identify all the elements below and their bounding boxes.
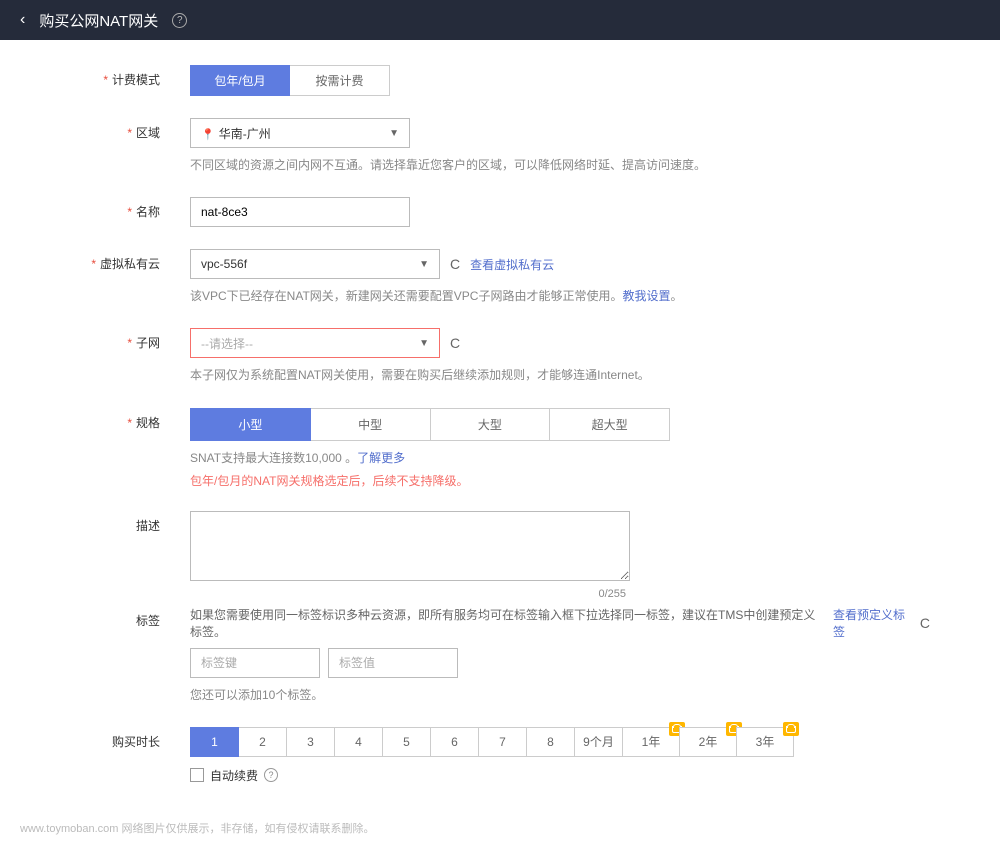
vpc-teach-link[interactable]: 教我设置 (622, 289, 670, 303)
chevron-down-icon: ▼ (419, 338, 429, 349)
duration-option[interactable]: 6 (430, 727, 479, 757)
subnet-hint: 本子网仅为系统配置NAT网关使用，需要在购买后继续添加规则，才能够连通Inter… (190, 366, 930, 385)
spec-xlarge[interactable]: 超大型 (550, 408, 670, 441)
name-input-wrap (190, 197, 410, 227)
refresh-icon[interactable]: C (450, 256, 460, 272)
duration-option[interactable]: 1年 (622, 727, 680, 757)
duration-group: 123456789个月1年2年3年 (190, 727, 930, 757)
duration-option[interactable]: 4 (334, 727, 383, 757)
subnet-select[interactable]: --请选择-- ▼ (190, 328, 440, 358)
billing-option-ondemand[interactable]: 按需计费 (290, 65, 390, 96)
tag-value-input[interactable]: 标签值 (328, 648, 458, 678)
duration-option[interactable]: 2年 (679, 727, 737, 757)
spec-large[interactable]: 大型 (431, 408, 551, 441)
desc-label: 描述 (0, 511, 190, 584)
spec-group: 小型 中型 大型 超大型 (190, 408, 670, 441)
auto-renew-checkbox[interactable] (190, 768, 204, 782)
duration-option[interactable]: 9个月 (574, 727, 623, 757)
duration-option[interactable]: 8 (526, 727, 575, 757)
auto-renew-label: 自动续费 (210, 767, 258, 784)
billing-mode-group: 包年/包月 按需计费 (190, 65, 930, 96)
billing-option-yearly[interactable]: 包年/包月 (190, 65, 290, 96)
region-hint: 不同区域的资源之间内网不互通。请选择靠近您客户的区域，可以降低网络时延、提高访问… (190, 156, 930, 175)
region-select[interactable]: 📍华南-广州 ▼ (190, 118, 410, 148)
name-label: *名称 (0, 197, 190, 227)
tags-label: 标签 (0, 606, 190, 705)
spec-hint: SNAT支持最大连接数10,000 。了解更多 (190, 449, 930, 468)
tag-key-input[interactable]: 标签键 (190, 648, 320, 678)
footer-note: www.toymoban.com 网络图片仅供展示，非存储，如有侵权请联系删除。 (0, 814, 1000, 842)
refresh-icon[interactable]: C (450, 335, 460, 351)
duration-label: 购买时长 (0, 727, 190, 784)
duration-option[interactable]: 3年 (736, 727, 794, 757)
location-icon: 📍 (201, 129, 215, 141)
vpc-label: *虚拟私有云 (0, 249, 190, 306)
view-vpc-link[interactable]: 查看虚拟私有云 (470, 256, 554, 273)
page-title: 购买公网NAT网关 (39, 10, 158, 31)
discount-flag-icon (783, 722, 799, 736)
vpc-select[interactable]: vpc-556f ▼ (190, 249, 440, 279)
chevron-down-icon: ▼ (419, 259, 429, 270)
tags-remaining: 您还可以添加10个标签。 (190, 686, 930, 705)
back-icon[interactable]: ‹ (20, 11, 25, 29)
desc-textarea[interactable] (190, 511, 630, 581)
subnet-label: *子网 (0, 328, 190, 385)
duration-option[interactable]: 5 (382, 727, 431, 757)
page-header: ‹ 购买公网NAT网关 ? (0, 0, 1000, 40)
spec-warning: 包年/包月的NAT网关规格选定后，后续不支持降级。 (190, 472, 930, 489)
chevron-down-icon: ▼ (389, 128, 399, 139)
spec-learn-link[interactable]: 了解更多 (357, 451, 405, 465)
region-label: *区域 (0, 118, 190, 175)
vpc-hint: 该VPC下已经存在NAT网关，新建网关还需要配置VPC子网路由才能够正常使用。教… (190, 287, 930, 306)
duration-option[interactable]: 7 (478, 727, 527, 757)
duration-option[interactable]: 3 (286, 727, 335, 757)
spec-medium[interactable]: 中型 (311, 408, 431, 441)
spec-small[interactable]: 小型 (190, 408, 311, 441)
duration-option[interactable]: 2 (238, 727, 287, 757)
view-tags-link[interactable]: 查看预定义标签 (833, 606, 914, 640)
tags-hint: 如果您需要使用同一标签标识多种云资源，即所有服务均可在标签输入框下拉选择同一标签… (190, 606, 827, 640)
help-icon[interactable]: ? (172, 13, 187, 28)
billing-label: *计费模式 (0, 65, 190, 96)
spec-label: *规格 (0, 408, 190, 489)
duration-option[interactable]: 1 (190, 727, 239, 757)
name-input[interactable] (201, 205, 399, 219)
desc-counter: 0/255 (598, 588, 626, 600)
help-icon[interactable]: ? (264, 768, 278, 782)
refresh-icon[interactable]: C (920, 615, 930, 631)
